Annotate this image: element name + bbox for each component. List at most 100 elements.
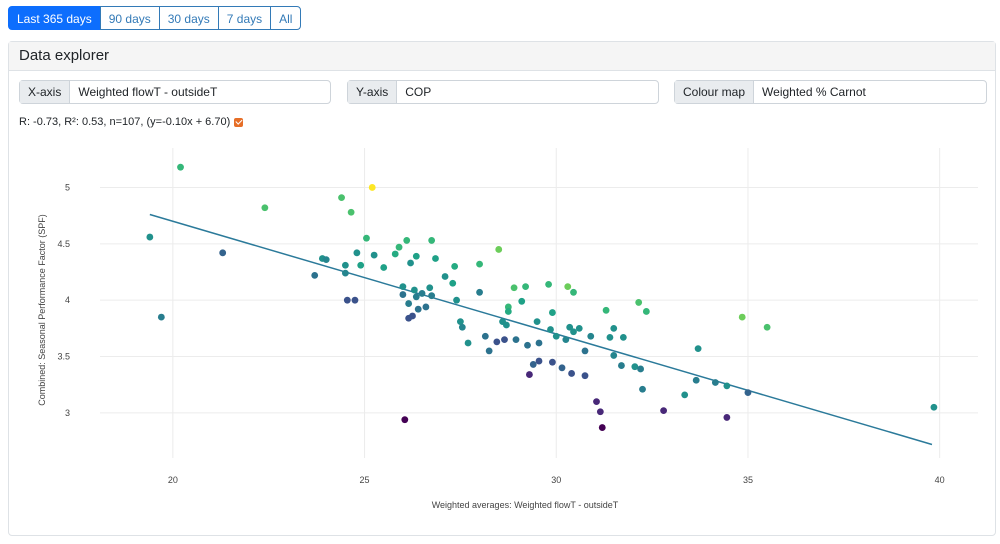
data-point xyxy=(428,292,436,300)
data-point xyxy=(619,333,627,341)
data-point xyxy=(545,281,552,288)
data-point xyxy=(930,403,938,411)
data-point xyxy=(711,379,719,386)
data-point xyxy=(338,194,345,202)
data-point xyxy=(562,336,570,344)
data-point xyxy=(351,296,359,304)
data-point xyxy=(353,249,361,257)
data-point xyxy=(581,372,589,380)
data-point xyxy=(412,252,420,260)
data-point xyxy=(610,352,618,359)
scatter-chart: 20 25 30 35 40 3 3.5 4 4.5 5 Weighted averages: We… xyxy=(37,148,978,510)
data-point xyxy=(476,288,483,296)
data-point xyxy=(426,284,434,292)
data-point xyxy=(412,293,420,301)
data-point xyxy=(493,338,501,346)
y-tick-label: 5 xyxy=(65,182,70,192)
data-point xyxy=(575,324,583,332)
data-point xyxy=(587,332,595,340)
data-point xyxy=(642,308,650,315)
data-point xyxy=(510,284,518,292)
data-point xyxy=(723,382,731,390)
data-point xyxy=(464,339,472,347)
data-point xyxy=(526,371,533,378)
y-tick-label: 4.5 xyxy=(57,239,70,249)
data-point xyxy=(428,237,436,244)
data-point xyxy=(512,336,520,344)
data-point xyxy=(618,362,625,369)
data-point xyxy=(391,250,399,258)
data-point xyxy=(401,416,409,424)
data-point xyxy=(347,208,355,216)
data-point xyxy=(598,424,606,431)
data-point xyxy=(535,339,543,347)
data-point xyxy=(422,303,430,311)
data-point xyxy=(395,243,403,251)
data-point xyxy=(219,249,227,257)
x-tick-label: 35 xyxy=(743,475,753,485)
data-point xyxy=(581,347,589,355)
data-point xyxy=(261,204,269,212)
data-point xyxy=(357,261,365,269)
data-point xyxy=(432,255,439,262)
x-tick-label: 40 xyxy=(935,475,945,485)
data-point xyxy=(602,306,610,314)
trendline xyxy=(149,213,933,446)
data-point xyxy=(564,283,572,291)
data-point xyxy=(501,336,508,344)
data-point xyxy=(157,313,165,321)
x-tick-label: 30 xyxy=(551,475,561,485)
data-point xyxy=(518,297,526,305)
data-point xyxy=(495,246,503,253)
data-point xyxy=(370,251,378,259)
x-axis-title: Weighted averages: Weighted flowT - outs… xyxy=(432,500,619,510)
x-tick-label: 25 xyxy=(360,475,370,485)
y-tick-label: 3 xyxy=(65,408,70,418)
data-point xyxy=(451,262,459,270)
data-point xyxy=(552,332,560,340)
data-point xyxy=(405,300,413,307)
data-point xyxy=(481,332,489,340)
data-point xyxy=(458,323,466,331)
data-point xyxy=(610,324,618,332)
data-point xyxy=(596,408,604,416)
data-point xyxy=(593,398,600,406)
data-point xyxy=(409,312,416,320)
data-point xyxy=(407,259,414,267)
y-tick-label: 4 xyxy=(65,295,70,305)
data-point xyxy=(453,296,460,304)
data-point xyxy=(738,313,746,321)
data-point xyxy=(410,286,418,294)
data-point xyxy=(341,269,349,277)
data-point xyxy=(414,305,422,313)
data-point xyxy=(363,234,370,242)
data-point xyxy=(441,273,449,280)
data-point xyxy=(343,296,351,304)
data-point xyxy=(549,309,556,316)
data-point xyxy=(639,385,646,393)
x-tick-label: 20 xyxy=(168,475,178,485)
data-point xyxy=(744,389,752,397)
data-point xyxy=(146,233,154,241)
data-point xyxy=(763,323,771,331)
data-point xyxy=(568,370,575,377)
data-point xyxy=(635,299,643,306)
data-point xyxy=(322,256,330,263)
data-point xyxy=(570,328,577,336)
data-point xyxy=(476,260,483,268)
data-point xyxy=(485,347,493,355)
data-point xyxy=(529,361,537,368)
data-point xyxy=(637,365,645,373)
data-point xyxy=(449,279,457,287)
y-tick-label: 3.5 xyxy=(57,352,70,362)
data-point xyxy=(558,364,566,372)
data-point xyxy=(418,290,426,297)
data-point xyxy=(606,333,614,341)
data-point xyxy=(503,321,510,329)
data-point xyxy=(660,407,668,415)
data-point xyxy=(399,291,407,298)
data-point xyxy=(368,184,376,191)
data-point xyxy=(399,283,407,291)
data-point xyxy=(549,358,556,366)
data-point xyxy=(524,341,531,349)
